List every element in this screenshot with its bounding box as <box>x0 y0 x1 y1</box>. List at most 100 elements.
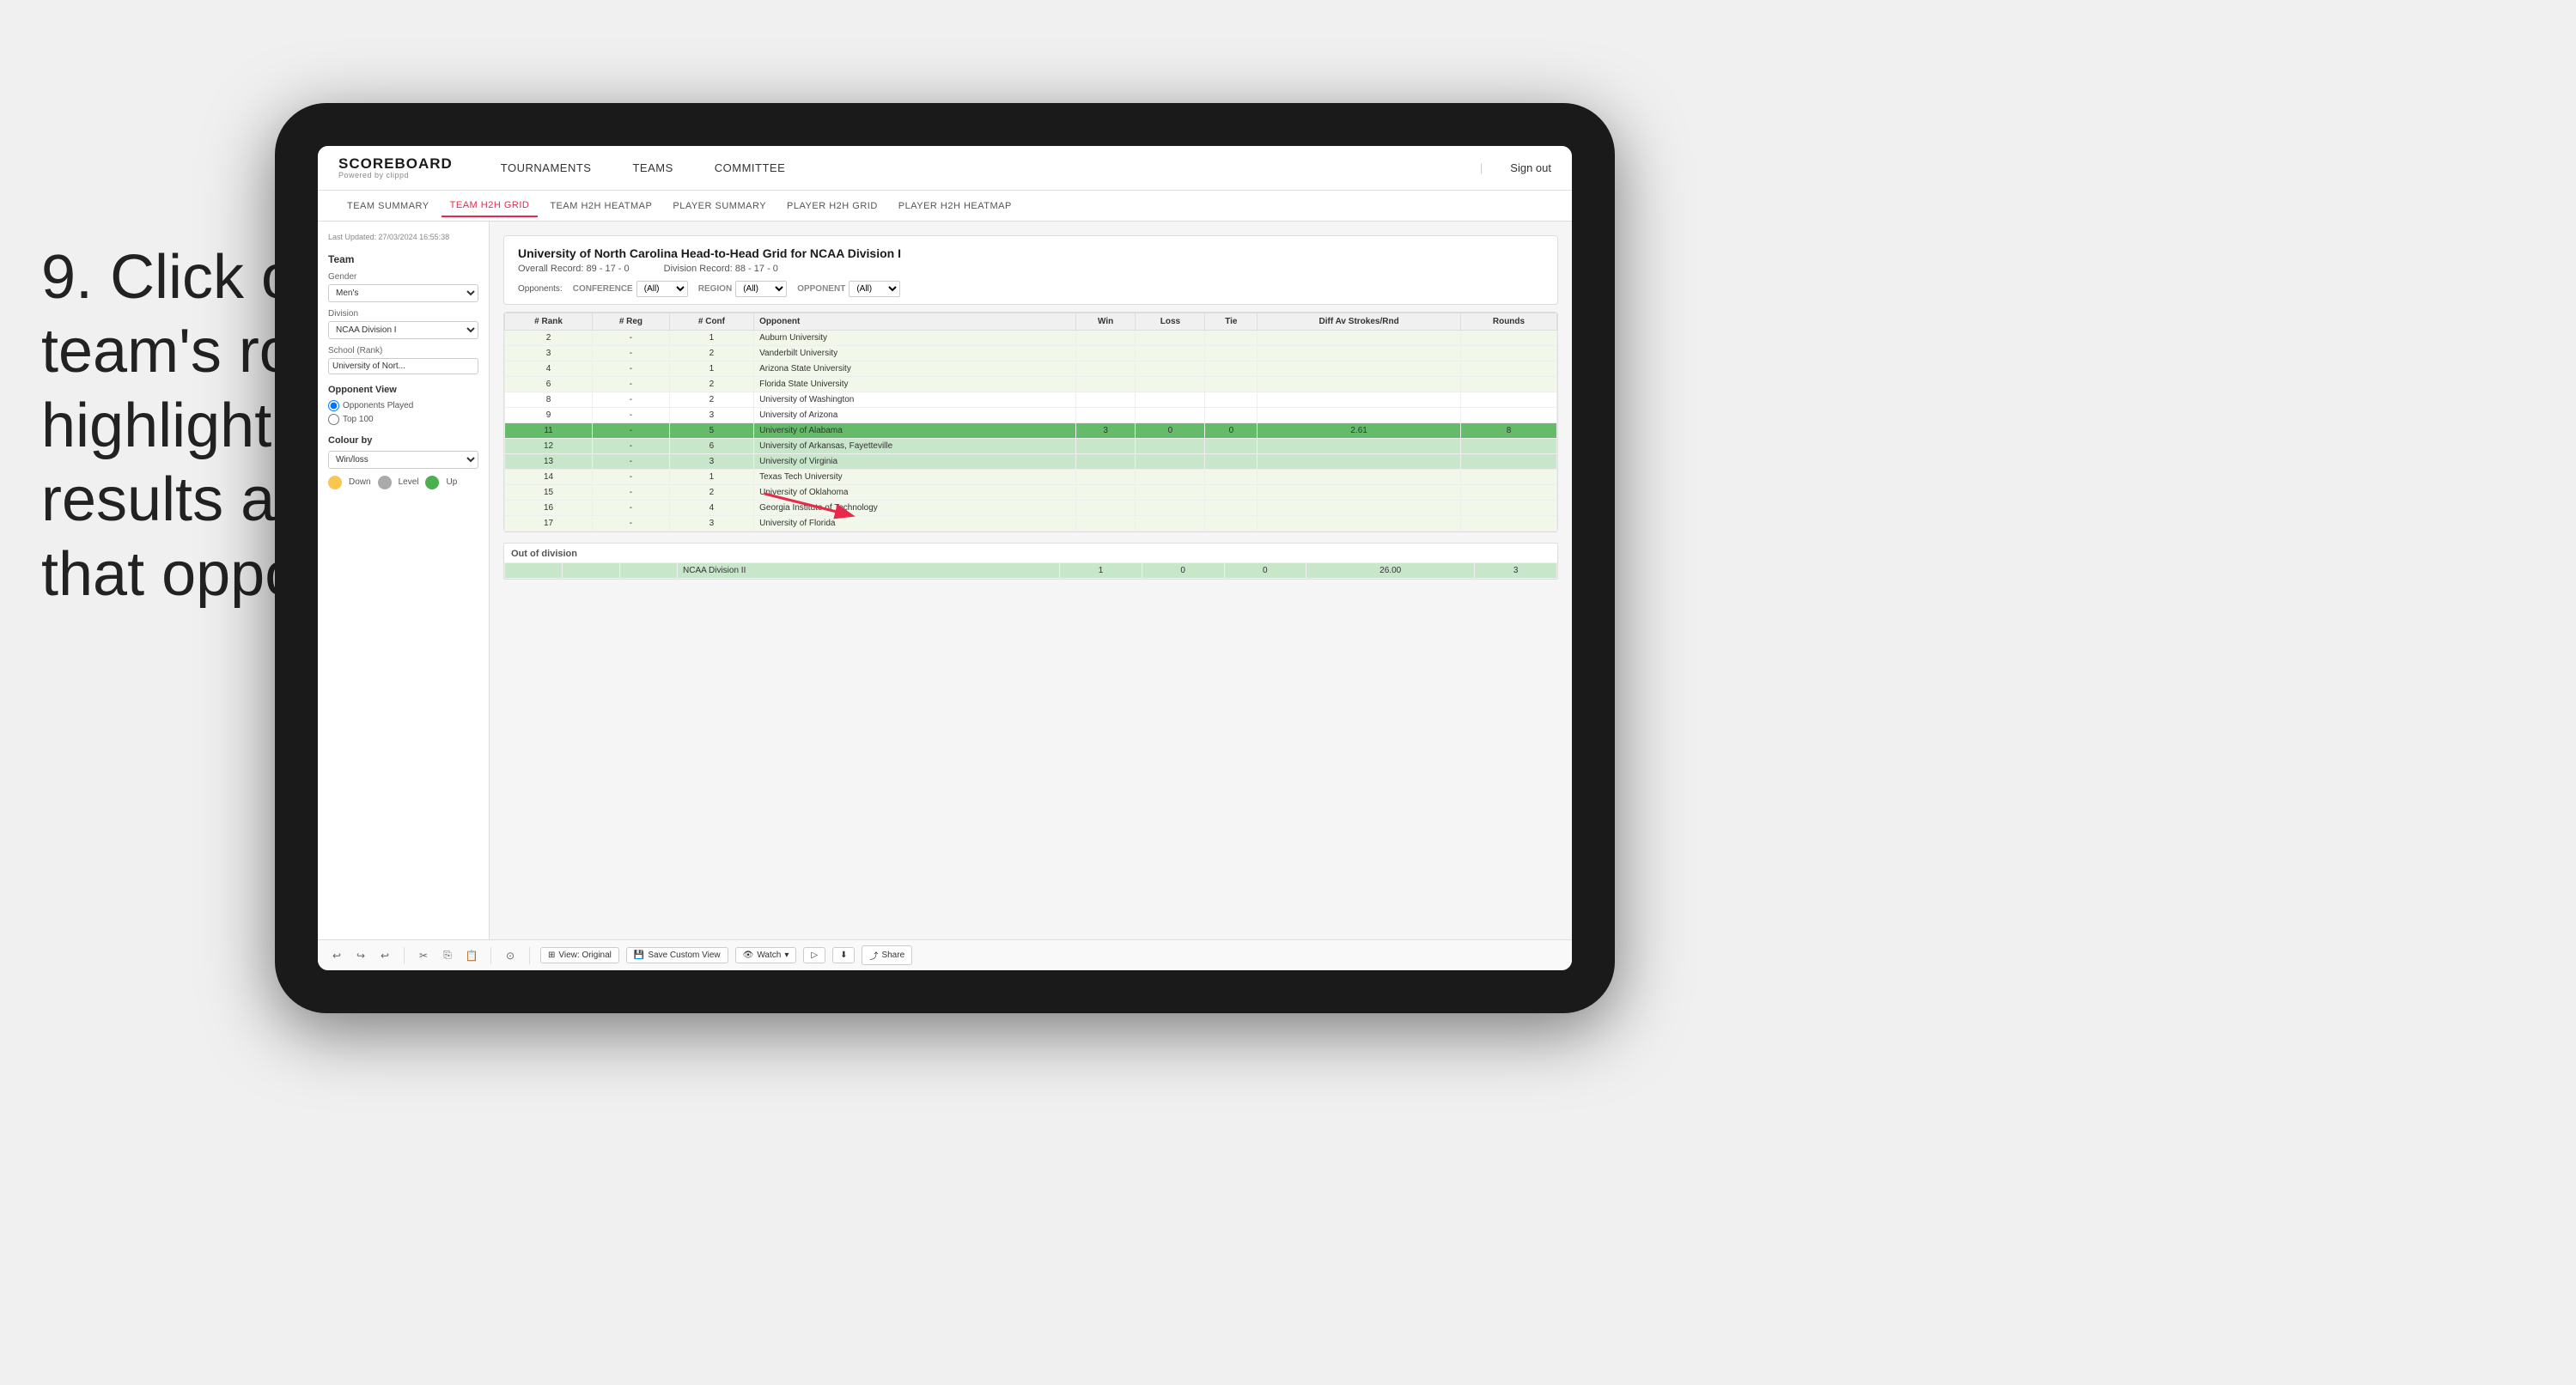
odd-conf <box>620 563 678 579</box>
table-row[interactable]: 15-2University of Oklahoma <box>505 485 1557 501</box>
legend-level-dot <box>378 476 392 489</box>
redo-icon[interactable]: ↪ <box>352 947 369 964</box>
colour-by-title: Colour by <box>328 435 478 446</box>
legend-down-label: Down <box>349 477 371 487</box>
out-of-division-row[interactable]: NCAA Division II 1 0 0 26.00 3 <box>505 563 1557 579</box>
radio-opponents-played[interactable]: Opponents Played <box>328 400 478 411</box>
bottom-toolbar: ↩ ↪ ↩ ✂ ⎘ 📋 ⊙ ⊞ View: Original 💾 Save Cu… <box>318 939 1572 970</box>
out-of-division-title: Out of division <box>504 544 1557 562</box>
table-row[interactable]: 9-3University of Arizona <box>505 408 1557 423</box>
col-conf: # Conf <box>669 313 753 331</box>
logo-title: SCOREBOARD <box>338 156 453 171</box>
grid-header: University of North Carolina Head-to-Hea… <box>503 235 1558 305</box>
odd-reg <box>563 563 620 579</box>
view-icon: ⊞ <box>548 951 555 960</box>
logo-subtitle: Powered by clippd <box>338 171 453 179</box>
tab-team-h2h-heatmap[interactable]: TEAM H2H HEATMAP <box>541 196 661 216</box>
table-row[interactable]: 3-2Vanderbilt University <box>505 346 1557 361</box>
undo-icon[interactable]: ↩ <box>328 947 345 964</box>
legend-row: Down Level Up <box>328 476 478 489</box>
h2h-table: # Rank # Reg # Conf Opponent Win Loss Ti… <box>504 313 1557 532</box>
table-row[interactable]: 12-6University of Arkansas, Fayetteville <box>505 439 1557 454</box>
region-filter: Region (All) <box>698 281 787 297</box>
records-row: Overall Record: 89 - 17 - 0 Division Rec… <box>518 264 1544 274</box>
odd-opponent: NCAA Division II <box>678 563 1060 579</box>
save-custom-view-btn[interactable]: 💾 Save Custom View <box>626 947 728 963</box>
tab-player-summary[interactable]: PLAYER SUMMARY <box>664 196 775 216</box>
tab-team-summary[interactable]: TEAM SUMMARY <box>338 196 438 216</box>
odd-tie: 0 <box>1224 563 1306 579</box>
opponent-filter-label: Opponent <box>797 284 845 294</box>
toolbar-divider-1 <box>404 947 405 964</box>
school-input[interactable] <box>328 358 478 374</box>
legend-up-label: Up <box>446 477 457 487</box>
table-row[interactable]: 11-5University of Alabama3002.618 <box>505 423 1557 439</box>
tab-team-h2h-grid[interactable]: TEAM H2H GRID <box>442 195 539 217</box>
instruction-text: 9. <box>41 243 93 312</box>
radio-top-100[interactable]: Top 100 <box>328 414 478 425</box>
sign-out-link[interactable]: Sign out <box>1510 161 1551 174</box>
col-tie: Tie <box>1205 313 1258 331</box>
watch-label: Watch <box>757 951 781 960</box>
col-opponent: Opponent <box>754 313 1076 331</box>
download-btn[interactable]: ⬇ <box>832 947 855 963</box>
opponent-view-title: Opponent View <box>328 385 478 395</box>
tab-player-h2h-grid[interactable]: PLAYER H2H GRID <box>778 196 886 216</box>
odd-rounds: 3 <box>1475 563 1557 579</box>
odd-diff: 26.00 <box>1306 563 1475 579</box>
gender-label: Gender <box>328 272 478 282</box>
region-select[interactable]: (All) <box>735 281 787 297</box>
col-rounds: Rounds <box>1460 313 1556 331</box>
nav-tournaments[interactable]: TOURNAMENTS <box>494 158 599 178</box>
tab-player-h2h-heatmap[interactable]: PLAYER H2H HEATMAP <box>890 196 1020 216</box>
legend-level-label: Level <box>399 477 419 487</box>
h2h-table-wrapper: # Rank # Reg # Conf Opponent Win Loss Ti… <box>503 312 1558 532</box>
cut-icon[interactable]: ✂ <box>415 947 432 964</box>
timestamp: Last Updated: 27/03/2024 16:55:38 <box>328 232 478 243</box>
copy-icon[interactable]: ⎘ <box>439 947 456 964</box>
main-content: Last Updated: 27/03/2024 16:55:38 Team G… <box>318 222 1572 939</box>
logo: SCOREBOARD Powered by clippd <box>338 156 453 179</box>
out-of-division-table: NCAA Division II 1 0 0 26.00 3 <box>504 562 1557 579</box>
watch-btn[interactable]: 👁 Watch ▾ <box>735 947 797 963</box>
save-icon: 💾 <box>634 951 644 960</box>
view-original-btn[interactable]: ⊞ View: Original <box>540 947 619 963</box>
present-btn[interactable]: ▷ <box>803 947 825 963</box>
table-row[interactable]: 2-1Auburn University <box>505 331 1557 346</box>
school-label: School (Rank) <box>328 346 478 355</box>
watch-icon: 👁 <box>743 951 754 960</box>
share-btn[interactable]: ⤴ Share <box>862 945 912 965</box>
legend-up-dot <box>425 476 439 489</box>
sub-nav: TEAM SUMMARY TEAM H2H GRID TEAM H2H HEAT… <box>318 191 1572 222</box>
region-label: Region <box>698 284 732 294</box>
clock-icon[interactable]: ⊙ <box>502 947 519 964</box>
nav-teams[interactable]: TEAMS <box>625 158 679 178</box>
toolbar-divider-2 <box>490 947 491 964</box>
division-select[interactable]: NCAA Division I <box>328 321 478 339</box>
table-row[interactable]: 8-2University of Washington <box>505 392 1557 408</box>
paste-icon[interactable]: 📋 <box>463 947 480 964</box>
view-label: View: Original <box>558 951 612 960</box>
tablet-device: SCOREBOARD Powered by clippd TOURNAMENTS… <box>275 103 1615 1013</box>
colour-by-select[interactable]: Win/loss <box>328 451 478 469</box>
tablet-screen: SCOREBOARD Powered by clippd TOURNAMENTS… <box>318 146 1572 970</box>
opponent-select[interactable]: (All) <box>849 281 900 297</box>
gender-select[interactable]: Men's <box>328 284 478 302</box>
division-record: Division Record: 88 - 17 - 0 <box>664 264 778 274</box>
table-row[interactable]: 14-1Texas Tech University <box>505 470 1557 485</box>
nav-committee[interactable]: COMMITTEE <box>708 158 793 178</box>
back-icon[interactable]: ↩ <box>376 947 393 964</box>
table-row[interactable]: 16-4Georgia Institute of Technology <box>505 501 1557 516</box>
conference-select[interactable]: (All) <box>636 281 688 297</box>
col-diff: Diff Av Strokes/Rnd <box>1258 313 1461 331</box>
conference-filter: Conference (All) <box>573 281 688 297</box>
table-row[interactable]: 6-2Florida State University <box>505 377 1557 392</box>
odd-loss: 0 <box>1142 563 1224 579</box>
table-row[interactable]: 13-3University of Virginia <box>505 454 1557 470</box>
share-icon: ⤴ <box>869 949 878 962</box>
table-row[interactable]: 4-1Arizona State University <box>505 361 1557 377</box>
out-of-division: Out of division NCAA Division II 1 0 0 <box>503 543 1558 580</box>
left-panel: Last Updated: 27/03/2024 16:55:38 Team G… <box>318 222 490 939</box>
table-row[interactable]: 17-3University of Florida <box>505 516 1557 532</box>
share-label: Share <box>881 951 904 960</box>
